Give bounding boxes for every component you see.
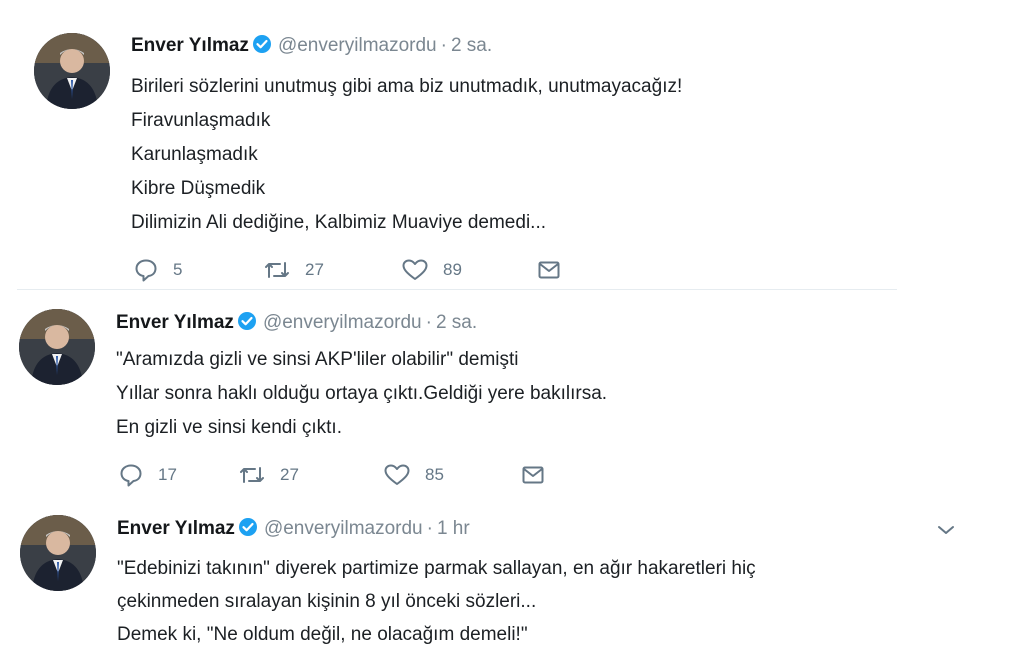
handle[interactable]: @enveryilmazordu	[264, 518, 423, 539]
tweet-text: "Aramızda gizli ve sinsi AKP'liler olabi…	[116, 343, 607, 445]
retweet-count: 27	[305, 260, 324, 279]
heart-icon	[383, 462, 411, 488]
tweet-divider	[17, 289, 897, 290]
tweet-actions: 5 27 89	[133, 257, 573, 285]
like-button[interactable]: 85	[383, 462, 444, 488]
tweet-header: Enver Yılmaz @enveryilmazordu · 2 sa.	[131, 34, 492, 61]
reply-count: 5	[173, 260, 183, 279]
tweet-line: Kibre Düşmedik	[131, 178, 266, 199]
handle[interactable]: @enveryilmazordu	[263, 312, 422, 333]
tweet-header: Enver Yılmaz @enveryilmazordu · 2 sa.	[116, 311, 477, 338]
reply-icon	[133, 257, 159, 283]
reply-count: 17	[158, 465, 177, 484]
retweet-button[interactable]: 27	[238, 462, 299, 488]
reply-button[interactable]: 17	[118, 462, 177, 488]
retweet-icon	[263, 257, 291, 283]
tweet-line: çekinmeden sıralayan kişinin 8 yıl öncek…	[117, 591, 537, 612]
verified-badge-icon	[238, 517, 258, 544]
retweet-icon	[238, 462, 266, 488]
reply-button[interactable]: 5	[133, 257, 182, 283]
verified-badge-icon	[237, 311, 257, 338]
tweet-text: "Edebinizi takının" diyerek partimize pa…	[117, 552, 756, 651]
tweet[interactable]: Enver Yılmaz @enveryilmazordu · 1 hr "Edebi…	[0, 500, 1024, 654]
handle[interactable]: @enveryilmazordu	[278, 35, 437, 56]
like-count: 89	[443, 260, 462, 279]
dm-button[interactable]	[536, 257, 562, 283]
retweet-count: 27	[280, 465, 299, 484]
display-name[interactable]: Enver Yılmaz	[117, 518, 235, 539]
tweet-text: Birileri sözlerini unutmuş gibi ama biz …	[131, 70, 682, 240]
display-name[interactable]: Enver Yılmaz	[131, 35, 249, 56]
tweet-line: Karunlaşmadık	[131, 144, 258, 165]
reply-icon	[118, 462, 144, 488]
tweet-line: Firavunlaşmadık	[131, 110, 271, 131]
tweet-line: En gizli ve sinsi kendi çıktı.	[116, 417, 342, 438]
tweet-actions: 17 27 85	[118, 462, 558, 490]
timestamp[interactable]: 1 hr	[437, 518, 470, 539]
avatar[interactable]	[34, 33, 110, 109]
envelope-icon	[536, 257, 562, 283]
tweet-line: "Edebinizi takının" diyerek partimize pa…	[117, 558, 756, 579]
chevron-down-icon	[935, 525, 957, 542]
tweet-line: "Aramızda gizli ve sinsi AKP'liler olabi…	[116, 349, 519, 370]
tweet-header: Enver Yılmaz @enveryilmazordu · 1 hr	[117, 517, 470, 544]
tweet-line: Demek ki, "Ne oldum değil, ne olacağım d…	[117, 624, 528, 645]
dm-button[interactable]	[520, 462, 546, 488]
display-name[interactable]: Enver Yılmaz	[116, 312, 234, 333]
like-count: 85	[425, 465, 444, 484]
tweet-line: Dilimizin Ali dediğine, Kalbimiz Muaviye…	[131, 212, 547, 233]
tweet-menu-button[interactable]	[935, 522, 957, 543]
tweet-line: Yıllar sonra haklı olduğu ortaya çıktı.G…	[116, 383, 608, 404]
envelope-icon	[520, 462, 546, 488]
separator-dot: ·	[440, 35, 447, 56]
tweet[interactable]: Enver Yılmaz @enveryilmazordu · 2 sa. "Aram…	[0, 291, 1024, 501]
verified-badge-icon	[252, 34, 272, 61]
tweet[interactable]: Enver Yılmaz @enveryilmazordu · 2 sa. Biril…	[0, 0, 1024, 290]
separator-dot: ·	[426, 518, 433, 539]
avatar[interactable]	[19, 309, 95, 385]
tweet-line: Birileri sözlerini unutmuş gibi ama biz …	[131, 76, 683, 97]
timestamp[interactable]: 2 sa.	[436, 312, 477, 333]
avatar[interactable]	[20, 515, 96, 591]
timestamp[interactable]: 2 sa.	[451, 35, 492, 56]
heart-icon	[401, 257, 429, 283]
retweet-button[interactable]: 27	[263, 257, 324, 283]
like-button[interactable]: 89	[401, 257, 462, 283]
separator-dot: ·	[425, 312, 432, 333]
